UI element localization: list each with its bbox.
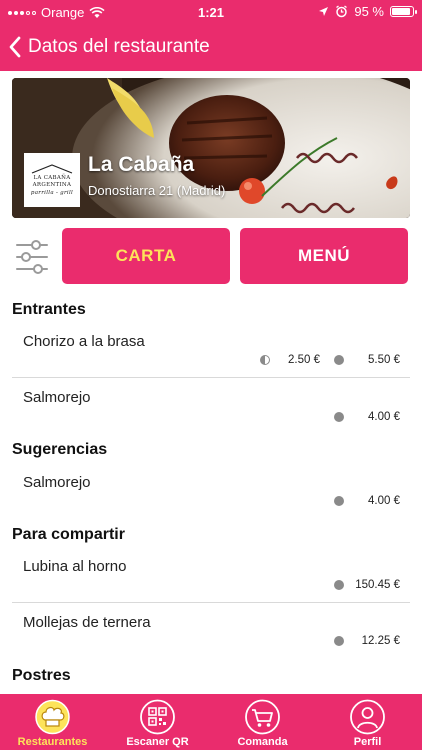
tab-perfil[interactable]: Perfil [315, 694, 420, 750]
tab-label: Perfil [353, 736, 382, 748]
menu-item-name[interactable]: Mollejas de ternera [23, 614, 151, 631]
divider [12, 377, 410, 378]
section-title-sugerencias: Sugerencias [12, 441, 108, 458]
restaurant-name: La Cabaña [88, 153, 195, 176]
restaurant-address: Donostiarra 21 (Madrid) [88, 183, 226, 198]
restaurant-logo: LA CABAÑA ARGENTINA parrilla - grill [24, 153, 80, 207]
menu-item-name[interactable]: Salmorejo [23, 389, 91, 406]
status-bar: Orange 1:21 95 % [0, 0, 422, 26]
menu-item-name[interactable]: Lubina al horno [23, 558, 126, 575]
full-portion-icon [334, 355, 344, 365]
price-row: 4.00 € [334, 495, 400, 507]
nav-bar: Datos del restaurante [0, 26, 422, 71]
restaurant-hero: LA CABAÑA ARGENTINA parrilla - grill La … [12, 78, 410, 218]
price-full: 4.00 € [368, 495, 400, 507]
menu-item-name[interactable]: Salmorejo [23, 474, 91, 491]
half-portion-icon [260, 355, 270, 365]
battery-icon [390, 6, 417, 17]
tab-carta[interactable]: CARTA [62, 228, 230, 284]
price-full: 5.50 € [368, 354, 400, 366]
page-title: Datos del restaurante [28, 36, 210, 57]
price-row: 2.50 € 5.50 € [260, 354, 400, 366]
alarm-icon [336, 5, 348, 18]
divider [12, 602, 410, 603]
qr-code-icon [140, 699, 175, 735]
price-row: 12.25 € [334, 635, 400, 647]
tab-label: Comanda [237, 736, 288, 748]
bottom-tab-bar: Restaurantes Escaner QR Comanda Perfil [0, 694, 422, 750]
section-title-para-compartir: Para compartir [12, 526, 125, 543]
chef-hat-icon [35, 699, 70, 735]
shopping-cart-icon [245, 699, 280, 735]
filter-button[interactable] [14, 237, 50, 277]
user-icon [350, 699, 385, 735]
tab-escaner-qr[interactable]: Escaner QR [105, 694, 210, 750]
tab-label: Escaner QR [126, 736, 189, 748]
price-row: 4.00 € [334, 411, 400, 423]
tab-label: Restaurantes [17, 736, 88, 748]
tab-restaurantes[interactable]: Restaurantes [0, 694, 105, 750]
back-button[interactable]: Datos del restaurante [8, 36, 210, 58]
full-portion-icon [334, 496, 344, 506]
status-right: 95 % [318, 4, 417, 19]
section-title-postres: Postres [12, 667, 71, 684]
price-full: 150.45 € [355, 579, 400, 591]
tab-comanda[interactable]: Comanda [210, 694, 315, 750]
section-title-entrantes: Entrantes [12, 301, 86, 318]
chevron-left-icon [9, 36, 21, 58]
full-portion-icon [334, 580, 344, 590]
price-full: 12.25 € [361, 635, 400, 647]
menu-item-name[interactable]: Chorizo a la brasa [23, 333, 145, 350]
location-arrow-icon [319, 7, 329, 16]
sliders-icon [16, 240, 48, 274]
full-portion-icon [334, 636, 344, 646]
full-portion-icon [334, 412, 344, 422]
battery-percent: 95 % [354, 4, 384, 19]
price-half: 2.50 € [288, 354, 320, 366]
price-full: 4.00 € [368, 411, 400, 423]
price-row: 150.45 € [334, 579, 400, 591]
tab-menu[interactable]: MENÚ [240, 228, 408, 284]
